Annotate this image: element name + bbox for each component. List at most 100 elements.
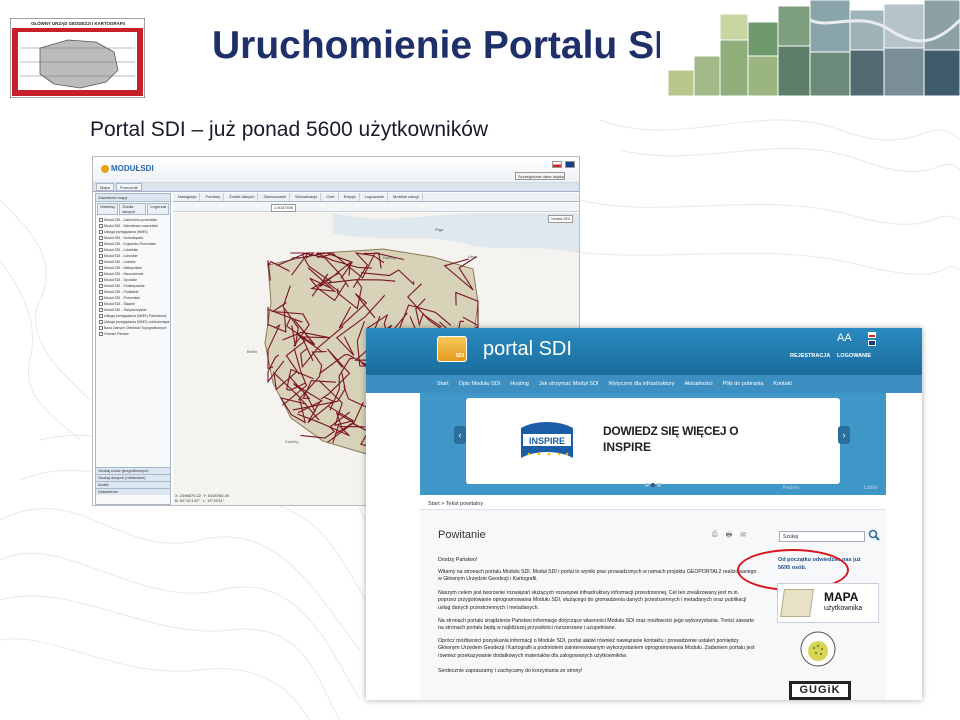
city-danzig: Danzig [383,255,395,260]
paragraph-contact: Oprócz możliwości pozyskania informacji … [438,638,755,659]
accordion-metadata[interactable]: Szukaj danych (metadane) [96,474,170,481]
toolbar-tab[interactable]: Zaznaczanie [260,193,291,201]
map-icon [780,589,814,617]
gugik-logo-small[interactable]: GUGiK [789,681,851,700]
inspire-seal-icon[interactable] [799,630,837,668]
login-link[interactable]: LOGOWANIE [837,353,871,359]
layer-label: Moduł SDI - Mazowieckie [104,272,144,276]
layer-label: Granice Państw [104,332,129,336]
toolbar-tab[interactable]: Mobilne usługi [390,193,423,201]
tab-zrodla[interactable]: Źródła danych [119,203,147,215]
toolbar-tab[interactable]: Wizualizacja [292,193,322,201]
city-berlin: Berlin [247,349,257,354]
search-icon[interactable] [868,529,880,541]
tab-legenda[interactable]: Legenda [147,203,169,215]
accordion-analysis[interactable]: Analiz [96,481,170,488]
font-size-icon[interactable]: AA [837,332,852,344]
flag-eu-icon[interactable] [565,161,575,168]
layer-checkbox[interactable] [99,278,103,283]
gugik-logo [10,18,145,98]
paragraph-goal: Naszym celem jest tworzenie rozwiązań sł… [438,590,747,611]
nav-item[interactable]: Wytyczne dla infrastruktury [603,381,679,387]
layer-checkbox[interactable] [99,218,103,223]
scale-select[interactable]: 1:4047359 [271,204,296,212]
nav-item[interactable]: Jak otrzymać Moduł SDI [534,381,604,387]
toolbar-tab[interactable]: Edycja [341,193,360,201]
layer-label: Usługa przeglądania (WMS) ortofotomapa [104,320,170,324]
toolbar-tab[interactable]: Cele [323,193,339,201]
toolbar-tab[interactable]: Nawigacja [175,193,201,201]
search-input[interactable]: Szukaj [779,531,865,542]
layer-label: Moduł SDI - Małopolskie [104,266,142,270]
ghost-label-right: Lublin [864,485,878,491]
nav-item[interactable]: Kontakt [768,381,797,387]
toolbar-tab[interactable]: Logowanie [362,193,389,201]
portal-folder-logo[interactable]: SDI [437,336,467,362]
layer-checkbox[interactable] [99,326,103,331]
layer-checkbox[interactable] [99,248,103,253]
print-icon[interactable]: 🖶 [726,531,733,542]
layer-label: Usługa przeglądania (WMS) [104,230,148,234]
layer-label: Moduł SDI - Śląskie [104,302,135,306]
layers-panel: Zawartość mapy Warstwy Źródła danych Leg… [95,193,171,505]
layer-checkbox[interactable] [99,272,103,277]
city-riga: Riga [435,227,444,232]
portal-title: portal SDI [483,338,572,360]
nav-item[interactable]: Hosting [505,381,534,387]
pdf-icon[interactable]: ⎙ [712,531,718,542]
layer-label: Moduł SDI - Dolnośląskie [104,236,144,240]
layer-checkbox[interactable] [99,254,103,259]
banner-prev-button[interactable]: ‹ [454,426,466,444]
accordion-settings[interactable]: Ustawienia [96,488,170,495]
nav-item[interactable]: Aktualności [679,381,717,387]
nav-item[interactable]: Opis Modułu SDI [454,381,506,387]
nav-item[interactable]: Pliki do pobrania [718,381,769,387]
layer-checkbox[interactable] [99,242,103,247]
layer-label: Moduł SDI - Lubelskie [104,248,139,252]
accordion-geo-names[interactable]: Szukaj nazw geograficznych [96,467,170,474]
layer-checkbox[interactable] [99,224,103,229]
toolbar-tab[interactable]: Pomiary [202,193,225,201]
paragraph-intro: Witamy na stronach portalu Modułu SDI. M… [438,569,757,583]
inspire-flag-icon: INSPIRE [521,422,573,458]
slide-title: Uruchomienie Portalu SDI [212,24,694,67]
coordinates-readout: X: 2396579.22 Y: 5169766.39 B: 52°12'4.8… [175,493,230,503]
layer-checkbox[interactable] [99,332,103,337]
paragraph-invite: Serdecznie zapraszamy i zachęcamy do kor… [438,668,583,674]
nav-item[interactable]: Start [432,381,454,387]
tab-pomocnik[interactable]: Pomocnik [116,183,142,191]
language-flags[interactable] [552,161,575,168]
layer-checkbox[interactable] [99,230,103,235]
banner-dots[interactable] [645,483,661,487]
tab-warstwy[interactable]: Warstwy [97,203,119,215]
layer-item[interactable]: Granice Państw [96,331,170,337]
layer-checkbox[interactable] [99,284,103,289]
layer-checkbox[interactable] [99,308,103,313]
layer-checkbox[interactable] [99,290,103,295]
map-toolbar-secondary: 1:4047359 [173,203,579,212]
user-details-button[interactable]: Szczegółowe dane użytkownika [515,172,565,180]
module-sdi-logo: MODUŁSDI [101,164,154,173]
banner-heading: DOWIEDZ SIĘ WIĘCEJ O [603,424,739,438]
layer-checkbox[interactable] [99,266,103,271]
toolbar-tab[interactable]: Źródła danych [226,193,259,201]
layer-tabs: Warstwy Źródła danych Legenda [96,202,170,215]
mail-icon[interactable]: ✉ [740,531,746,542]
layer-label: Moduł SDI - Opolskie [104,278,138,282]
tab-mapa[interactable]: Mapa [96,183,115,191]
city-litwa: Litwa [468,254,478,259]
flag-pl-icon[interactable] [552,161,562,168]
banner-next-button[interactable]: › [838,426,850,444]
map-badge: Moduł SDI [548,215,573,223]
register-link[interactable]: REJESTRACJA [790,353,830,359]
layer-checkbox[interactable] [99,314,103,319]
layer-label: Usługa przeglądania (WMS) Państwowy [104,314,167,318]
breadcrumb[interactable]: Start > Tekst powitalny [428,501,483,507]
layer-checkbox[interactable] [99,302,103,307]
flag-en-icon[interactable] [868,340,876,346]
layer-checkbox[interactable] [99,260,103,265]
flag-pl-icon[interactable] [868,332,876,338]
layer-checkbox[interactable] [99,236,103,241]
layer-checkbox[interactable] [99,296,103,301]
layer-checkbox[interactable] [99,320,103,325]
